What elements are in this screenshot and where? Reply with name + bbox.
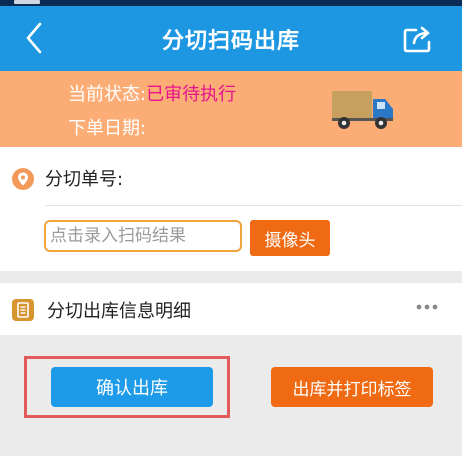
document-icon	[12, 299, 34, 321]
detail-card[interactable]: 分切出库信息明细	[0, 283, 462, 335]
more-horizontal-icon[interactable]	[414, 299, 440, 315]
order-date-label: 下单日期:	[68, 118, 147, 139]
confirm-outbound-button[interactable]: 确认出库	[51, 367, 213, 407]
status-value: 已审待执行	[146, 84, 237, 105]
divider	[45, 205, 462, 206]
outbound-and-print-label-button[interactable]: 出库并打印标签	[271, 367, 433, 407]
detail-section-title: 分切出库信息明细	[47, 301, 191, 322]
page-title: 分切扫码出库	[161, 29, 300, 54]
status-row: 当前状态:已审待执行	[68, 80, 236, 106]
order-number-label: 分切单号:	[45, 169, 124, 190]
order-number-row: 分切单号:	[45, 165, 123, 191]
location-pin-icon	[12, 168, 34, 190]
status-bar-indicator	[14, 0, 40, 4]
order-date-row: 下单日期:	[68, 114, 146, 140]
status-label: 当前状态:	[68, 84, 147, 105]
app-header: 分切扫码出库	[0, 6, 462, 71]
share-icon[interactable]	[402, 24, 434, 54]
order-status-panel: 当前状态:已审待执行 下单日期:	[0, 71, 462, 147]
scan-result-input[interactable]	[44, 220, 242, 252]
camera-button[interactable]: 摄像头	[250, 220, 330, 256]
delivery-truck-icon	[332, 91, 393, 129]
scan-card: 分切单号: 摄像头	[0, 147, 462, 271]
